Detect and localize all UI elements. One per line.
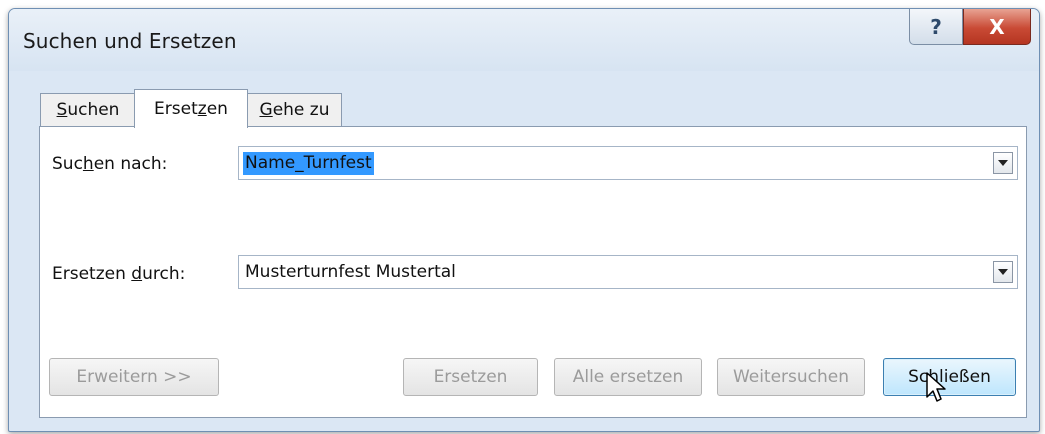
find-label: Suchen nach:: [52, 154, 167, 174]
tab-accel-key: S: [56, 100, 68, 120]
more-button[interactable]: Erweitern >>: [49, 358, 219, 396]
title-bar: Suchen und Ersetzen ? X: [9, 9, 1039, 71]
find-label-part: Suc: [52, 154, 83, 174]
tab-accel-key: z: [197, 99, 207, 119]
replace-all-button[interactable]: Alle ersetzen: [554, 358, 702, 396]
find-input-value[interactable]: Name_Turnfest: [243, 152, 374, 175]
replace-label-accel: d: [131, 264, 143, 284]
find-replace-dialog: Suchen und Ersetzen ? X Suchen Erset z en …: [8, 8, 1040, 432]
replace-button[interactable]: Ersetzen: [403, 358, 538, 396]
chevron-down-icon: [998, 269, 1008, 275]
close-window-button[interactable]: X: [963, 9, 1031, 45]
mouse-cursor-icon: [926, 372, 946, 402]
tab-ersetzen[interactable]: Erset z en: [134, 89, 248, 128]
replace-label-part: Ersetzen: [52, 264, 132, 284]
find-label-accel: h: [82, 154, 94, 174]
replace-label-part: urch:: [142, 264, 186, 284]
help-icon: ?: [930, 14, 942, 39]
replace-dropdown-button[interactable]: [993, 261, 1013, 283]
tab-suchen[interactable]: Suchen: [40, 93, 136, 126]
help-button[interactable]: ?: [909, 9, 963, 45]
tab-gehe-zu[interactable]: Gehe zu: [247, 93, 342, 126]
chevron-down-icon: [998, 160, 1008, 166]
find-combobox[interactable]: Name_Turnfest: [238, 146, 1018, 180]
find-next-button[interactable]: Weitersuchen: [717, 358, 865, 396]
window-title: Suchen und Ersetzen: [23, 29, 237, 53]
find-dropdown-button[interactable]: [993, 152, 1013, 174]
tab-label-part: Erset: [154, 99, 198, 119]
replace-label: Ersetzen durch:: [52, 264, 185, 284]
tab-label-part: uchen: [67, 100, 120, 120]
find-label-part: en nach:: [93, 154, 168, 174]
replace-combobox[interactable]: Musterturnfest Mustertal: [238, 255, 1018, 289]
close-icon: X: [989, 14, 1005, 39]
tab-label-part: en: [206, 99, 228, 119]
close-button[interactable]: Schließen: [883, 358, 1016, 396]
replace-input-value[interactable]: Musterturnfest Mustertal: [243, 261, 458, 284]
tab-label-part: ehe zu: [272, 100, 330, 120]
tab-accel-key: G: [259, 100, 273, 120]
